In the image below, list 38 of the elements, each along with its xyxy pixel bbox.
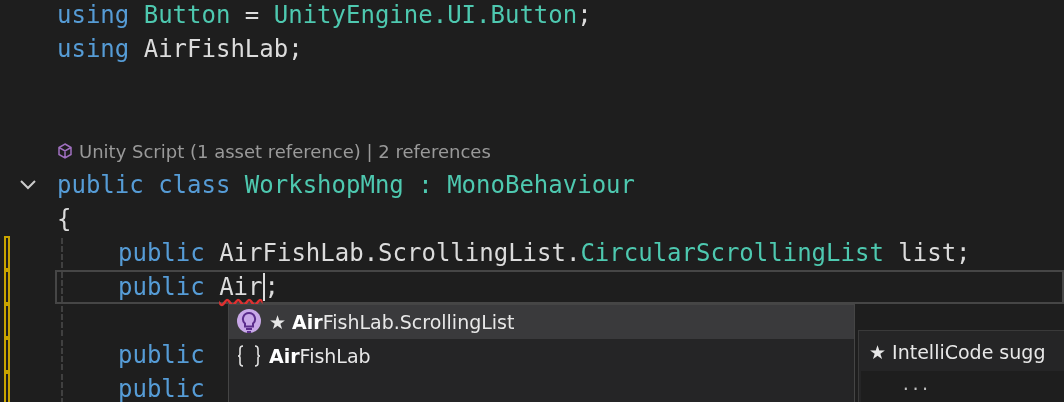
code-token: using [57, 1, 130, 29]
code-token: { [57, 205, 72, 233]
code-token: public [57, 171, 144, 199]
code-token: : [418, 171, 433, 199]
collapse-chevron-icon[interactable] [20, 180, 36, 190]
code-token: . [363, 239, 379, 267]
code-token: public [118, 239, 205, 267]
tooltip-title: ★ IntelliCode sugg [868, 340, 1047, 365]
code-token: list [898, 239, 957, 267]
code-token: = [244, 1, 260, 29]
code-token: AirFishLab [143, 35, 289, 63]
code-token: ; [288, 35, 303, 63]
code-token: public [118, 341, 205, 369]
code-token: AirFishLab [219, 239, 364, 267]
completion-item[interactable]: ★ AirFishLab.ScrollingList [229, 305, 854, 339]
code-token: public [118, 375, 205, 402]
code-token: UnityEngine.UI.Button [273, 1, 578, 29]
code-token: CircularScrollingList [580, 239, 884, 267]
code-token: ; [577, 1, 592, 29]
code-token: class [158, 171, 231, 199]
code-token: WorkshopMng [244, 171, 404, 199]
code-token: ; [264, 273, 279, 301]
code-token: Button [143, 1, 231, 29]
completion-item[interactable]: AirFishLab [229, 339, 854, 373]
code-token: Air [219, 273, 263, 301]
code-token: public [118, 273, 205, 301]
code-token: . [565, 239, 581, 267]
code-token: using [57, 35, 130, 63]
codelens-references[interactable]: 2 references [378, 140, 491, 162]
codelens-label[interactable]: Unity Script (1 asset reference) [79, 140, 361, 162]
braces-icon [235, 342, 263, 370]
lightbulb-icon [235, 308, 263, 336]
code-token: ScrollingList [378, 239, 566, 267]
code-token: ; [956, 239, 971, 267]
preview-ellipsis: ... [901, 375, 930, 394]
cube-icon [57, 143, 73, 159]
codelens-separator: | [365, 140, 374, 162]
code-token: MonoBehaviour [447, 171, 635, 199]
